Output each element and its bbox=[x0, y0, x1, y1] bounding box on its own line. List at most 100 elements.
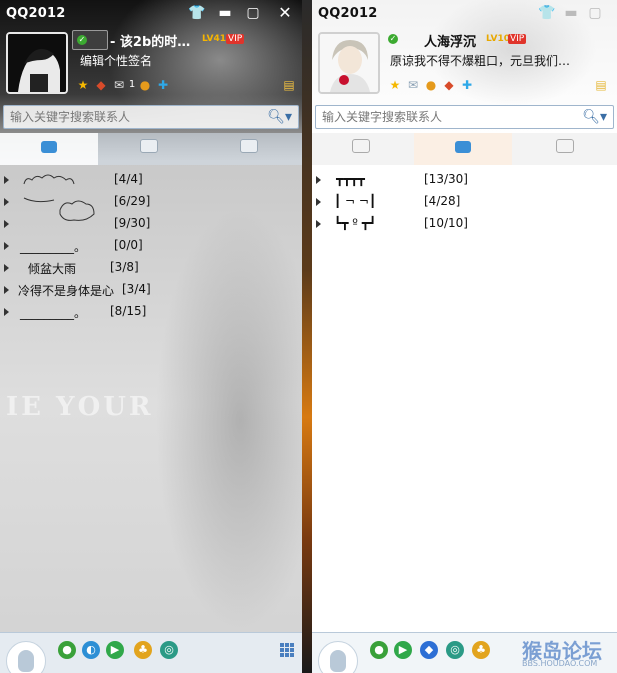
group-count: [8/15] bbox=[110, 304, 147, 318]
vip-badge[interactable]: VIP bbox=[508, 34, 527, 44]
qq-music-icon[interactable]: ◎ bbox=[160, 641, 178, 659]
online-check-icon: ✓ bbox=[77, 35, 87, 45]
maximize-icon[interactable]: ▢ bbox=[582, 2, 608, 24]
title-bar[interactable]: QQ2012 👕 ▬ ▢ ✕ bbox=[312, 0, 617, 26]
group-count: [0/0] bbox=[114, 238, 143, 252]
skin-shirt-icon[interactable]: 👕 bbox=[534, 2, 560, 24]
close-icon[interactable]: ✕ bbox=[272, 2, 298, 24]
qq-game-icon[interactable]: ● bbox=[370, 641, 388, 659]
maximize-icon[interactable]: ▢ bbox=[240, 2, 266, 24]
group-row[interactable]: [4/4] bbox=[0, 170, 302, 190]
avatar[interactable] bbox=[318, 32, 380, 94]
expand-arrow-icon[interactable] bbox=[316, 220, 321, 228]
group-name: _________。 bbox=[20, 240, 87, 254]
skin-background bbox=[312, 0, 617, 673]
app-grid-icon[interactable] bbox=[280, 643, 294, 657]
group-name: ┃ ¬ ¬┃ bbox=[334, 194, 377, 208]
group-row[interactable]: _________。 [8/15] bbox=[0, 302, 302, 322]
group-row[interactable]: ┳┳┳┳ [13/30] bbox=[312, 170, 617, 190]
minimize-icon[interactable]: ▬ bbox=[558, 2, 584, 24]
search-input[interactable] bbox=[8, 108, 248, 126]
app-box-icon[interactable]: ▤ bbox=[282, 78, 296, 92]
expand-arrow-icon[interactable] bbox=[316, 198, 321, 206]
tab-contacts[interactable] bbox=[0, 133, 98, 165]
qq-guard-icon[interactable]: ◆ bbox=[420, 641, 438, 659]
group-row[interactable]: ┗┳ º ┳┛ [10/10] bbox=[312, 214, 617, 234]
recent-chat-icon bbox=[556, 139, 574, 153]
level-badge[interactable]: LV41 bbox=[202, 34, 226, 44]
expand-arrow-icon[interactable] bbox=[4, 176, 9, 184]
group-row[interactable]: 倾盆大雨 [3/8] bbox=[0, 258, 302, 278]
wallet-icon[interactable]: ● bbox=[424, 78, 438, 92]
mail-icon[interactable]: ✉ bbox=[406, 78, 420, 92]
expand-arrow-icon[interactable] bbox=[316, 176, 321, 184]
skin-shirt-icon[interactable]: 👕 bbox=[184, 2, 210, 24]
qq-video-icon[interactable]: ▶ bbox=[106, 641, 124, 659]
group-row[interactable]: _________。 [0/0] bbox=[0, 236, 302, 256]
expand-arrow-icon[interactable] bbox=[4, 198, 9, 206]
expand-arrow-icon[interactable] bbox=[4, 308, 9, 316]
online-check-icon: ✓ bbox=[388, 34, 398, 44]
search-input[interactable] bbox=[320, 108, 562, 126]
wallet-icon[interactable]: ● bbox=[138, 78, 152, 92]
star-icon[interactable]: ★ bbox=[76, 78, 90, 92]
qq-game-icon[interactable]: ● bbox=[58, 641, 76, 659]
qq-menu-button[interactable] bbox=[318, 641, 358, 673]
group-name: ┗┳ º ┳┛ bbox=[334, 216, 377, 230]
tab-groups[interactable] bbox=[100, 133, 198, 165]
star-icon[interactable]: ★ bbox=[388, 78, 402, 92]
cloud-name-art bbox=[23, 174, 75, 185]
search-box[interactable]: 🔍︎▾ bbox=[315, 105, 614, 129]
online-status-button[interactable]: ✓ bbox=[72, 30, 108, 50]
qq-video-icon[interactable]: ▶ bbox=[394, 641, 412, 659]
nickname[interactable]: - 该2b的时… bbox=[110, 31, 190, 50]
search-icon[interactable]: 🔍︎▾ bbox=[582, 106, 607, 128]
tab-recent[interactable] bbox=[200, 133, 298, 165]
group-row[interactable]: [9/30] bbox=[0, 214, 302, 234]
level-badge[interactable]: LV10 bbox=[486, 34, 510, 44]
add-icon[interactable]: ✚ bbox=[460, 78, 474, 92]
qq-friend-icon[interactable]: ♣ bbox=[472, 641, 490, 659]
group-count: [10/10] bbox=[424, 216, 468, 230]
group-count: [4/4] bbox=[114, 172, 143, 186]
signature[interactable]: 编辑个性签名 bbox=[80, 52, 152, 69]
expand-arrow-icon[interactable] bbox=[4, 264, 9, 272]
vip-badge[interactable]: VIP bbox=[226, 34, 245, 44]
qzone-icon[interactable]: ◆ bbox=[94, 78, 108, 92]
minimize-icon[interactable]: ▬ bbox=[212, 2, 238, 24]
tab-contacts[interactable] bbox=[414, 133, 512, 165]
signature[interactable]: 原谅我不得不爆粗口，元旦我们… bbox=[390, 52, 570, 69]
add-icon[interactable]: ✚ bbox=[156, 78, 170, 92]
group-row[interactable]: [6/29] bbox=[0, 192, 302, 221]
group-name: _________。 bbox=[20, 306, 87, 320]
expand-arrow-icon[interactable] bbox=[4, 220, 9, 228]
qzone-icon[interactable]: ◆ bbox=[442, 78, 456, 92]
avatar-image bbox=[320, 34, 378, 92]
mail-icon[interactable]: ✉ bbox=[112, 78, 126, 92]
group-count: [3/4] bbox=[122, 282, 151, 296]
group-row[interactable]: 冷得不是身体是心 [3/4] bbox=[0, 280, 302, 300]
avatar[interactable] bbox=[6, 32, 68, 94]
expand-arrow-icon[interactable] bbox=[4, 242, 9, 250]
search-box[interactable]: 🔍︎▾ bbox=[3, 105, 299, 129]
qq-music-icon[interactable]: ◎ bbox=[446, 641, 464, 659]
group-name: 冷得不是身体是心 bbox=[18, 284, 115, 298]
app-box-icon[interactable]: ▤ bbox=[594, 78, 608, 92]
group-row[interactable]: ┃ ¬ ¬┃ [4/28] bbox=[312, 192, 617, 212]
group-name: 倾盆大雨 bbox=[28, 262, 77, 276]
expand-arrow-icon[interactable] bbox=[4, 286, 9, 294]
search-icon[interactable]: 🔍︎▾ bbox=[267, 106, 292, 128]
online-status-button[interactable]: ✓ bbox=[384, 30, 418, 48]
group-count: [6/29] bbox=[114, 194, 151, 208]
group-count: [13/30] bbox=[424, 172, 468, 186]
tab-groups[interactable] bbox=[312, 133, 410, 165]
qq-pet-icon[interactable]: ◐ bbox=[82, 641, 100, 659]
recent-chat-icon bbox=[240, 139, 258, 153]
avatar-image bbox=[8, 34, 66, 92]
qq-menu-button[interactable] bbox=[6, 641, 46, 673]
qq-friend-icon[interactable]: ♣ bbox=[134, 641, 152, 659]
nickname[interactable]: 人海浮沉 bbox=[424, 31, 476, 50]
contact-tabs bbox=[0, 133, 302, 165]
title-bar[interactable]: QQ2012 👕 ▬ ▢ ✕ bbox=[0, 0, 302, 26]
tab-recent[interactable] bbox=[516, 133, 614, 165]
